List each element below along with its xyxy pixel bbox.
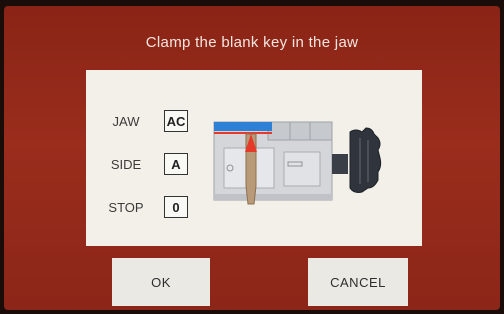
screen: Clamp the blank key in the jaw JAW AC SI… (4, 6, 500, 310)
clamp-knob (349, 127, 382, 193)
setup-panel: JAW AC SIDE A STOP 0 (86, 70, 422, 246)
jaw-right-cavity (283, 151, 321, 187)
knob-shaft (332, 154, 348, 174)
jaw-value-box: AC (164, 110, 188, 132)
jaw-clamp-diagram (213, 121, 382, 205)
stop-value-box: 0 (164, 196, 188, 218)
ok-button[interactable]: OK (112, 258, 210, 306)
jaw-label: JAW (112, 114, 140, 129)
side-label: SIDE (110, 157, 142, 172)
jaw-bar (214, 122, 272, 131)
side-value-box: A (164, 153, 188, 175)
clamp-top-slider (267, 121, 333, 141)
clamp-base (214, 194, 332, 200)
cancel-button[interactable]: CANCEL (308, 258, 408, 306)
page-title: Clamp the blank key in the jaw (145, 34, 359, 51)
stop-label: STOP (108, 200, 144, 215)
